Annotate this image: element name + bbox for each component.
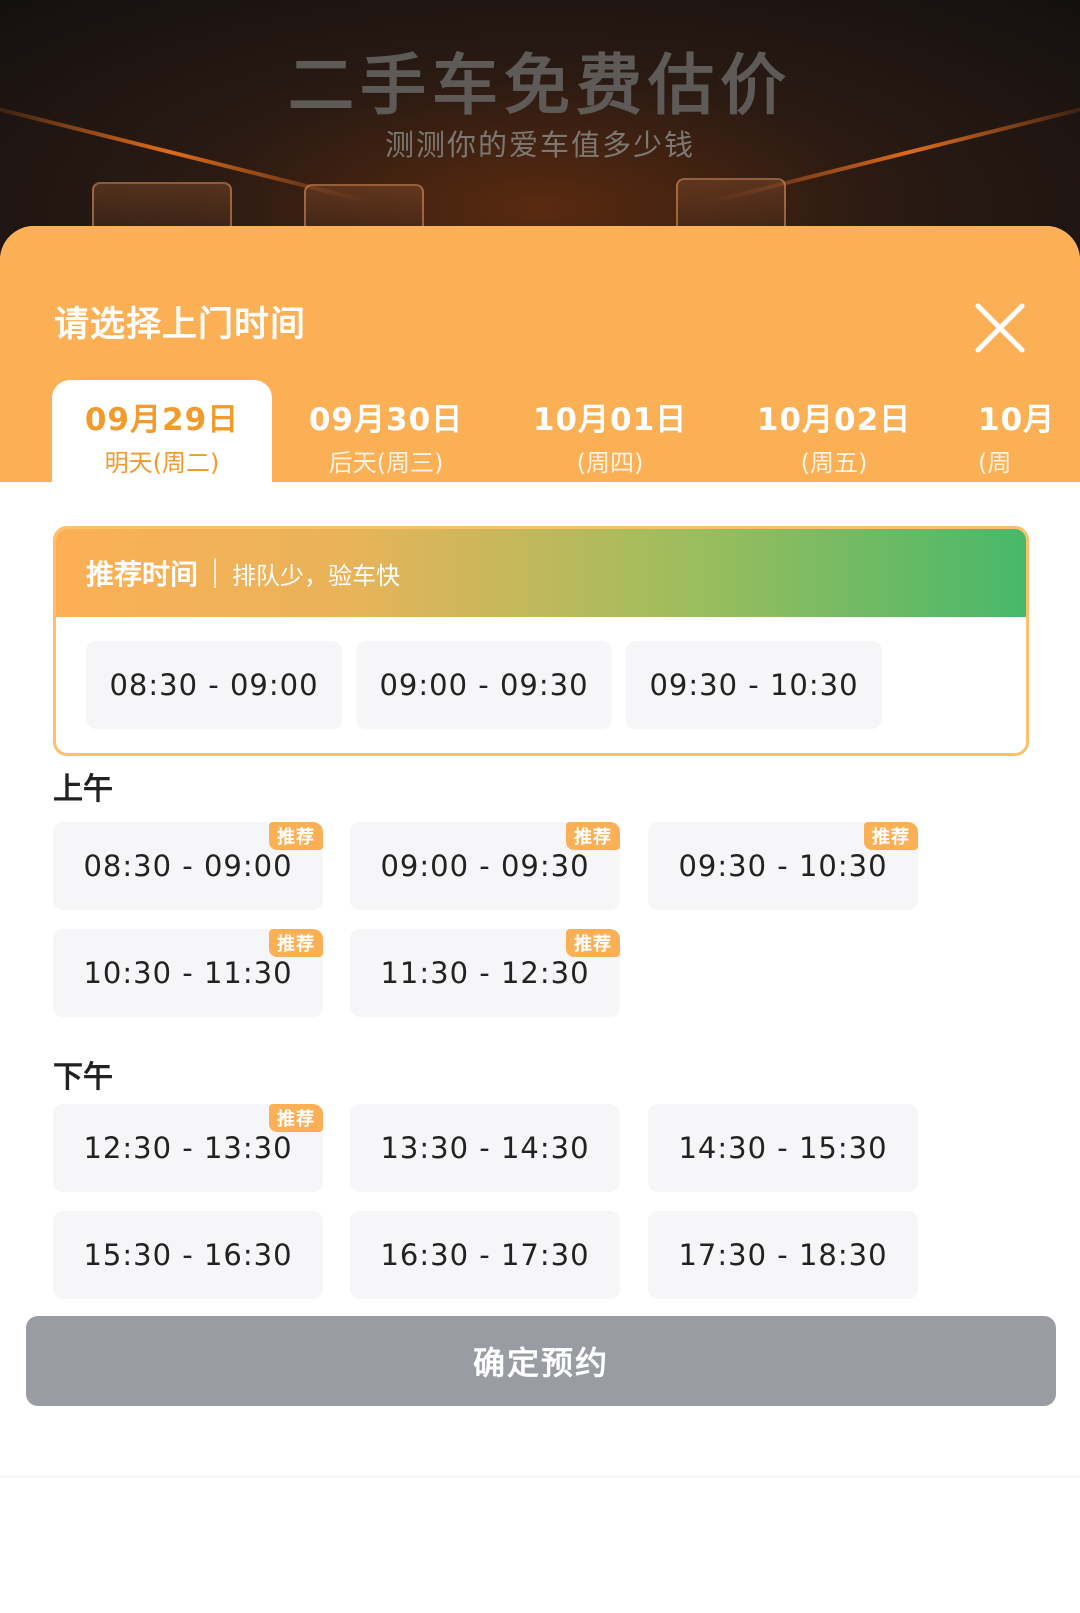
recommended-subtitle: 排队少，验车快 <box>232 561 401 590</box>
recommend-badge: 推荐 <box>269 1104 323 1132</box>
date-tabs: 09月29日 明天(周二) 09月30日 后天(周三) 10月01日 (周四) 10月02日… <box>0 380 1080 482</box>
date-tab-date: 10月 <box>978 402 1056 438</box>
morning-label: 上午 <box>53 772 113 807</box>
date-tab-weekday: 后天(周三) <box>328 449 444 477</box>
time-slot[interactable]: 17:30 - 18:30 <box>648 1211 918 1299</box>
time-slot-label: 09:00 - 09:30 <box>379 668 589 702</box>
date-tab-date: 10月02日 <box>756 402 912 438</box>
date-tab-weekday: (周五) <box>800 449 868 477</box>
recommended-box: 推荐时间 排队少，验车快 08:30 - 09:00 09:00 - 09:30 0… <box>53 526 1029 756</box>
recommended-header: 推荐时间 排队少，验车快 <box>56 529 1026 617</box>
sheet-title: 请选择上门时间 <box>54 305 307 345</box>
date-tab-date: 09月30日 <box>308 402 464 438</box>
time-slot[interactable]: 10:30 - 11:30 推荐 <box>53 929 323 1017</box>
time-slot-label: 09:30 - 10:30 <box>678 849 888 883</box>
bottom-bar <box>0 1476 1080 1613</box>
time-slot[interactable]: 16:30 - 17:30 <box>350 1211 620 1299</box>
time-slot[interactable]: 09:30 - 10:30 <box>626 641 882 729</box>
recommend-badge: 推荐 <box>269 822 323 850</box>
hero-banner: 二手车免费估价 测测你的爱车值多少钱 <box>0 0 1080 260</box>
date-tab-weekday: 明天(周二) <box>104 449 220 477</box>
time-slot-label: 14:30 - 15:30 <box>678 1131 888 1165</box>
time-slot-label: 13:30 - 14:30 <box>380 1131 590 1165</box>
afternoon-label: 下午 <box>53 1060 113 1095</box>
recommend-badge: 推荐 <box>566 822 620 850</box>
recommend-badge: 推荐 <box>269 929 323 957</box>
time-slot[interactable]: 09:00 - 09:30 <box>356 641 612 729</box>
time-slot[interactable]: 13:30 - 14:30 <box>350 1104 620 1192</box>
date-tab-date: 09月29日 <box>84 402 240 438</box>
time-slot-label: 09:00 - 09:30 <box>380 849 590 883</box>
date-tab-date: 10月01日 <box>532 402 688 438</box>
date-tab[interactable]: 09月30日后天(周三) <box>286 380 486 482</box>
time-slot[interactable]: 08:30 - 09:00 <box>86 641 342 729</box>
time-slot-label: 09:30 - 10:30 <box>649 668 859 702</box>
time-slot-label: 10:30 - 11:30 <box>83 956 293 990</box>
time-slot[interactable]: 09:30 - 10:30 推荐 <box>648 822 918 910</box>
date-tab-weekday: (周四) <box>576 449 644 477</box>
time-slot-label: 16:30 - 17:30 <box>380 1238 590 1272</box>
time-slot-label: 17:30 - 18:30 <box>678 1238 888 1272</box>
sheet-header: 请选择上门时间 09月29日 明天(周二) 09月30日 后天(周三) 10月01日 (周… <box>0 226 1080 482</box>
time-slot-label: 08:30 - 09:00 <box>83 849 293 883</box>
time-slot[interactable]: 08:30 - 09:00 推荐 <box>53 822 323 910</box>
date-tab-weekday: (周 <box>978 449 1012 477</box>
date-tab[interactable]: 10月01日 (周四) <box>510 380 710 482</box>
time-slot[interactable]: 09:00 - 09:30 推荐 <box>350 822 620 910</box>
date-tab[interactable]: 10月02日 (周五) <box>734 380 934 482</box>
hero-subtitle: 测测你的爱车值多少钱 <box>384 128 695 162</box>
confirm-booking-button[interactable]: 确定预约 <box>26 1316 1056 1406</box>
time-slot-label: 15:30 - 16:30 <box>83 1238 293 1272</box>
time-slot[interactable]: 15:30 - 16:30 <box>53 1211 323 1299</box>
recommended-title: 推荐时间 <box>86 558 199 591</box>
recommend-badge: 推荐 <box>566 929 620 957</box>
time-slot-label: 12:30 - 13:30 <box>83 1131 293 1165</box>
time-slot[interactable]: 14:30 - 15:30 <box>648 1104 918 1192</box>
divider <box>214 558 217 588</box>
time-slot-label: 11:30 - 12:30 <box>380 956 590 990</box>
date-tab[interactable]: 10月 (周 <box>958 380 1080 482</box>
date-tab[interactable]: 09月29日明天(周二) <box>52 380 272 482</box>
hero-title: 二手车免费估价 <box>288 47 792 124</box>
recommended-slots: 08:30 - 09:00 09:00 - 09:30 09:30 - 10:30 <box>56 617 1026 753</box>
time-slot-label: 08:30 - 09:00 <box>109 668 319 702</box>
time-slot[interactable]: 11:30 - 12:30 推荐 <box>350 929 620 1017</box>
time-slot[interactable]: 12:30 - 13:30 推荐 <box>53 1104 323 1192</box>
close-icon[interactable] <box>970 298 1030 358</box>
recommend-badge: 推荐 <box>864 822 918 850</box>
